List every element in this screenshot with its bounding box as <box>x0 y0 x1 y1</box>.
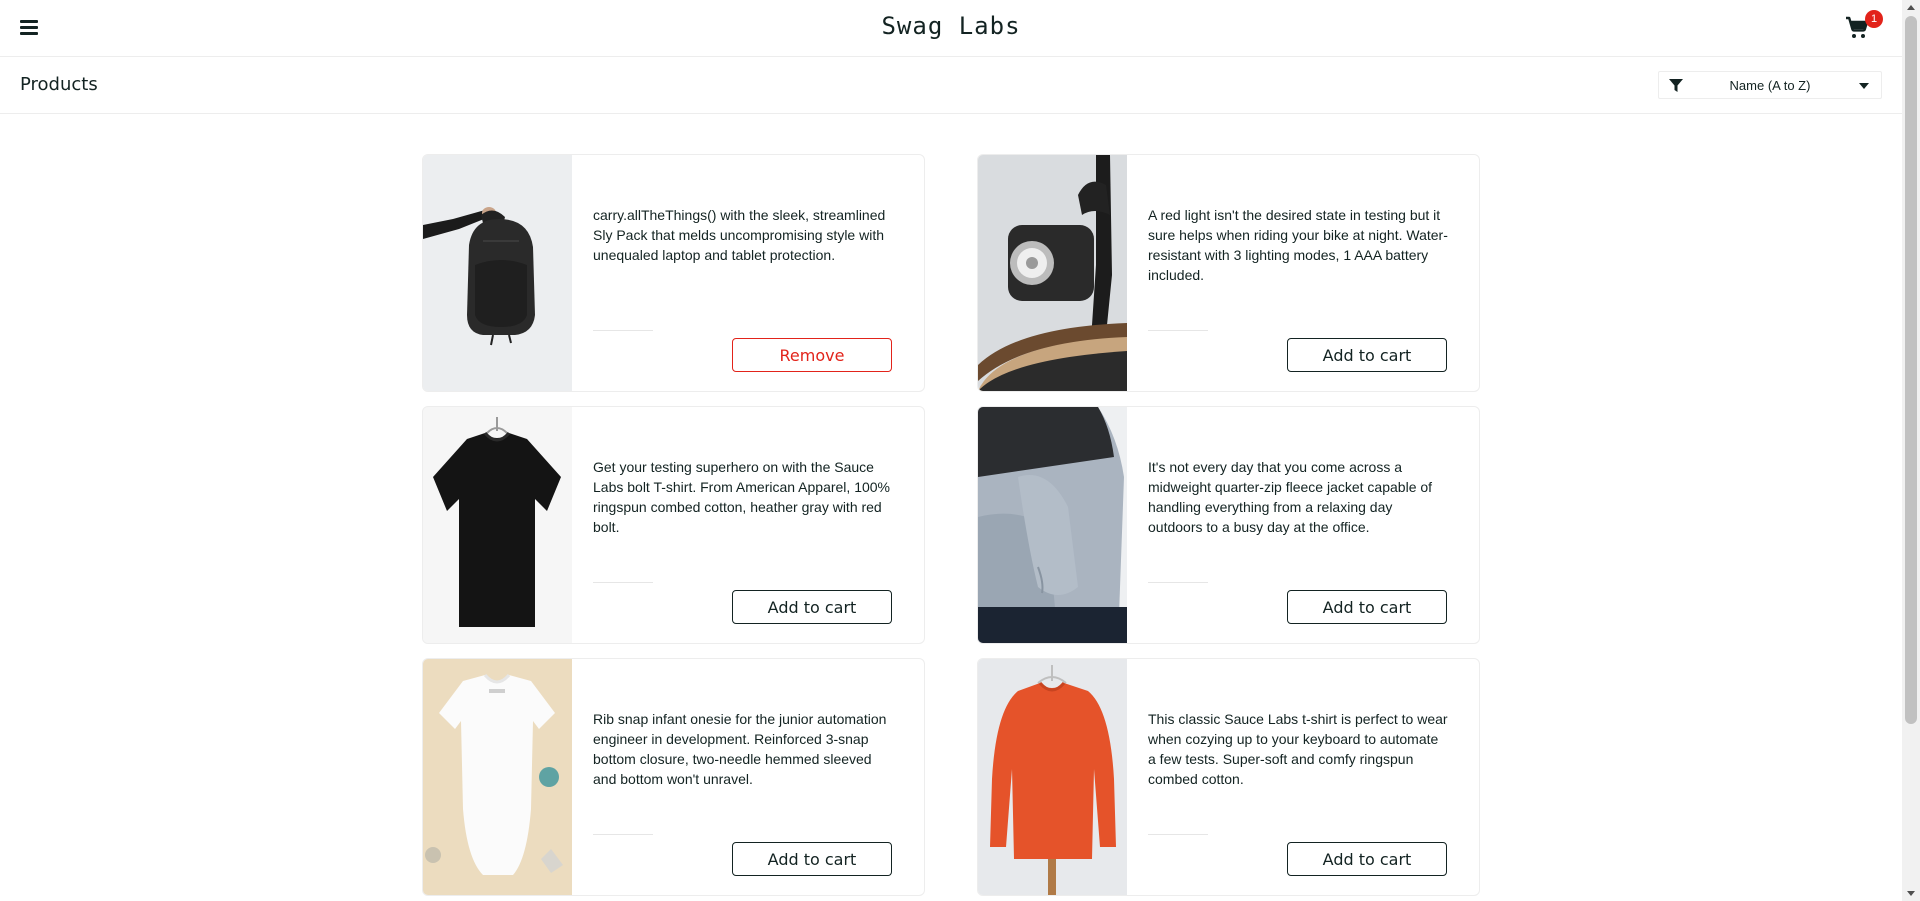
price-placeholder <box>593 582 653 583</box>
inventory-item: Rib snap infant onesie for the junior au… <box>422 658 925 896</box>
add-to-cart-button[interactable]: Add to cart <box>732 590 892 624</box>
product-description: This classic Sauce Labs t-shirt is perfe… <box>1148 711 1448 787</box>
price-placeholder <box>593 330 653 331</box>
sort-selected-label: Name (A to Z) <box>1729 78 1811 93</box>
product-description: Rib snap infant onesie for the junior au… <box>593 711 887 787</box>
inventory-item: A red light isn't the desired state in t… <box>977 154 1480 392</box>
product-description: A red light isn't the desired state in t… <box>1148 207 1448 283</box>
secondary-header: Products Name (A to Z) <box>0 57 1902 114</box>
add-to-cart-button[interactable]: Add to cart <box>1287 590 1447 624</box>
price-placeholder <box>1148 582 1208 583</box>
product-description: carry.allTheThings() with the sleek, str… <box>593 207 886 263</box>
add-to-cart-button[interactable]: Add to cart <box>1287 338 1447 372</box>
page-title: Products <box>20 74 98 95</box>
product-description: Get your testing superhero on with the S… <box>593 459 890 535</box>
inventory-item: This classic Sauce Labs t-shirt is perfe… <box>977 658 1480 896</box>
price-placeholder <box>1148 330 1208 331</box>
add-to-cart-button[interactable]: Add to cart <box>732 842 892 876</box>
scroll-up-arrow-icon[interactable] <box>1907 5 1915 10</box>
product-image-bike-light[interactable] <box>978 155 1127 391</box>
sort-select[interactable]: Name (A to Z) <box>1658 71 1882 99</box>
remove-button[interactable]: Remove <box>732 338 892 372</box>
product-image-red-sweatshirt[interactable] <box>978 659 1127 895</box>
shopping-cart-link[interactable]: 1 <box>1845 10 1883 42</box>
scroll-down-arrow-icon[interactable] <box>1907 891 1915 896</box>
inventory-item: Get your testing superhero on with the S… <box>422 406 925 644</box>
vertical-scrollbar[interactable] <box>1902 0 1920 901</box>
product-image-fleece-jacket[interactable] <box>978 407 1127 643</box>
price-placeholder <box>1148 834 1208 835</box>
inventory-item: It's not every day that you come across … <box>977 406 1480 644</box>
product-image-onesie[interactable] <box>423 659 572 895</box>
product-description: It's not every day that you come across … <box>1148 459 1433 535</box>
price-placeholder <box>593 834 653 835</box>
add-to-cart-button[interactable]: Add to cart <box>1287 842 1447 876</box>
product-image-backpack[interactable] <box>423 155 572 391</box>
app-header: Swag Labs 1 <box>0 0 1902 57</box>
product-image-tshirt[interactable] <box>423 407 572 643</box>
scrollbar-thumb[interactable] <box>1905 16 1917 724</box>
app-logo: Swag Labs <box>881 12 1021 40</box>
chevron-down-icon <box>1859 83 1869 89</box>
inventory-item: carry.allTheThings() with the sleek, str… <box>422 154 925 392</box>
cart-badge: 1 <box>1865 10 1883 28</box>
